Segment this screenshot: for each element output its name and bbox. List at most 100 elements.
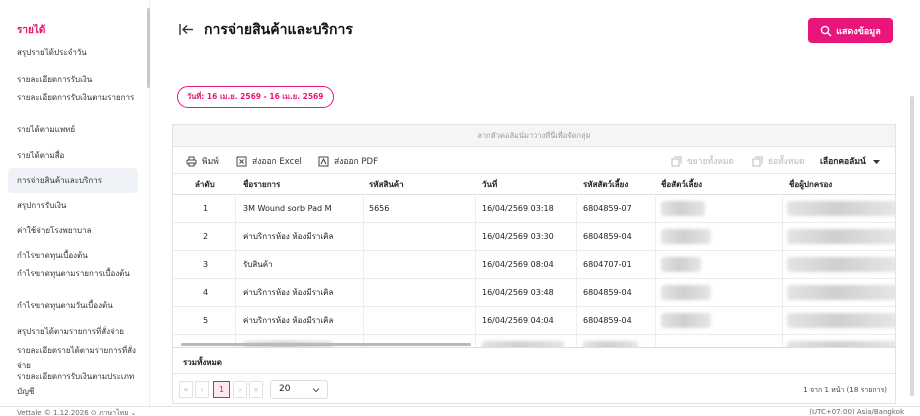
- sidebar-item-payment-details-by-account[interactable]: รายละเอียดการรับเงินตามประเภทบัญชี: [17, 369, 139, 399]
- cell-item-name: รับสินค้า: [243, 260, 273, 269]
- date-range-chip[interactable]: วันที่: 16 เม.ย. 2569 - 16 เม.ย. 2569: [177, 86, 334, 108]
- cell-no: 2: [203, 232, 209, 241]
- excel-file-icon: [236, 156, 247, 166]
- show-data-button[interactable]: แสดงข้อมูล: [808, 18, 893, 43]
- sidebar-item-basic-profit-loss[interactable]: กำไรขาดทุนเบื้องต้น: [17, 248, 139, 263]
- summary-row: รวมทั้งหมด: [173, 347, 895, 374]
- cell-date: 16/04/2569 03:30: [482, 232, 554, 241]
- cell-pet-id: 6804859-04: [583, 288, 632, 297]
- search-icon: [820, 25, 832, 36]
- sidebar-item-income-by-media[interactable]: รายได้ตามสื่อ: [17, 148, 139, 163]
- sidebar-item-daily-income-summary[interactable]: สรุปรายได้ประจำวัน: [17, 45, 139, 60]
- horizontal-scrollbar[interactable]: [181, 343, 471, 346]
- table-row[interactable]: 4 ค่าบริการห้อง ห้องมีราเคิล 16/04/2569 …: [173, 279, 895, 307]
- sidebar-item-income-summary-by-order[interactable]: สรุปรายได้ตามรายการที่สั่งจ่าย: [17, 324, 139, 339]
- next-page-button[interactable]: ›: [233, 381, 247, 398]
- redacted-pet-name: [661, 229, 711, 244]
- column-header-owner-name[interactable]: ชื่อผู้ปกครอง: [789, 174, 832, 196]
- footer: Vettale © 1.12.2026 ⊙ ภาษาไทย ⌄ (UTC+07:…: [0, 406, 920, 416]
- printer-icon: [186, 156, 197, 166]
- cell-product-code: 5656: [369, 204, 390, 213]
- sidebar-item-payment-details[interactable]: รายละเอียดการรับเงิน: [17, 72, 139, 87]
- print-label: พิมพ์: [202, 157, 219, 167]
- redacted-owner-name: [787, 229, 895, 244]
- print-button[interactable]: พิมพ์: [186, 154, 219, 168]
- sidebar-item-income-by-doctor[interactable]: รายได้ตามแพทย์: [17, 122, 139, 137]
- last-page-button[interactable]: »: [249, 381, 263, 398]
- redacted-owner-name: [787, 257, 895, 272]
- cell-no: 4: [203, 288, 209, 297]
- sidebar: รายได้ สรุปรายได้ประจำวัน รายละเอียดการร…: [0, 0, 150, 406]
- table-row[interactable]: 2 ค่าบริการห้อง ห้องมีราเคิล 16/04/2569 …: [173, 223, 895, 251]
- sidebar-scrollbar[interactable]: [147, 8, 150, 88]
- sidebar-item-profit-loss-by-item[interactable]: กำไรขาดทุนตามรายการเบื้องต้น: [17, 266, 139, 281]
- table-body: 1 3M Wound sorb Pad M 5656 16/04/2569 03…: [173, 195, 895, 347]
- page-size-select[interactable]: 20: [270, 380, 328, 399]
- redacted-pet-name: [661, 313, 711, 328]
- cell-no: 5: [203, 316, 209, 325]
- cell-item-name: ค่าบริการห้อง ห้องมีราเคิล: [243, 232, 334, 241]
- pdf-file-icon: [318, 156, 329, 166]
- footer-version-language[interactable]: Vettale © 1.12.2026 ⊙ ภาษาไทย ⌄: [17, 408, 136, 416]
- redacted-pet-name: [661, 257, 701, 272]
- cell-item-name: 3M Wound sorb Pad M: [243, 204, 332, 213]
- export-excel-label: ส่งออก Excel: [252, 157, 302, 167]
- group-by-drop-zone[interactable]: ลากหัวคอลัมน์มาวางที่นี่เพื่อจัดกลุ่ม: [173, 125, 895, 147]
- export-pdf-label: ส่งออก PDF: [334, 157, 378, 167]
- column-header-item-name[interactable]: ชื่อรายการ: [243, 174, 280, 196]
- caret-down-icon: [872, 159, 880, 164]
- redacted-owner-name: [787, 285, 895, 300]
- page-title: การจ่ายสินค้าและบริการ: [204, 22, 353, 38]
- cell-date: 16/04/2569 04:04: [482, 316, 554, 325]
- data-grid: ลากหัวคอลัมน์มาวางที่นี่เพื่อจัดกลุ่ม พิ…: [172, 124, 896, 404]
- cell-pet-id: 6804859-07: [583, 204, 632, 213]
- sidebar-item-payment-details-by-item[interactable]: รายละเอียดการรับเงินตามรายการ: [17, 90, 139, 105]
- redacted-owner-name: [787, 201, 895, 216]
- prev-page-button[interactable]: ‹: [195, 381, 209, 398]
- sidebar-section-title: รายได้: [17, 25, 46, 36]
- table-header: ลำดับ ชื่อรายการ รหัสสินค้า วันที่ รหัสส…: [173, 173, 895, 195]
- column-header-no[interactable]: ลำดับ: [195, 174, 215, 196]
- export-pdf-button[interactable]: ส่งออก PDF: [318, 154, 378, 168]
- collapse-all-button[interactable]: ย่อทั้งหมด: [752, 154, 805, 168]
- cell-date: 16/04/2569 08:04: [482, 260, 554, 269]
- show-data-label: แสดงข้อมูล: [836, 26, 881, 37]
- table-row[interactable]: 1 3M Wound sorb Pad M 5656 16/04/2569 03…: [173, 195, 895, 223]
- export-excel-button[interactable]: ส่งออก Excel: [236, 154, 302, 168]
- summary-label: รวมทั้งหมด: [183, 358, 222, 367]
- cell-date: 16/04/2569 03:48: [482, 288, 554, 297]
- cell-date: 16/04/2569 03:18: [482, 204, 554, 213]
- cell-pet-id: 6804859-04: [583, 316, 632, 325]
- page-1-button[interactable]: 1: [213, 381, 230, 398]
- page-scrollbar[interactable]: [910, 96, 914, 396]
- collapse-all-label: ย่อทั้งหมด: [768, 157, 805, 167]
- redacted-owner-name: [787, 313, 895, 328]
- choose-columns-button[interactable]: เลือกคอลัมน์: [820, 154, 882, 168]
- collapse-sidebar-icon[interactable]: [178, 21, 195, 38]
- pagination-info: 1 จาก 1 หน้า (18 รายการ): [803, 386, 887, 394]
- table-row[interactable]: 5 ค่าบริการห้อง ห้องมีราเคิล 16/04/2569 …: [173, 307, 895, 335]
- grid-toolbar: พิมพ์ ส่งออก Excel ส่งออก PDF ขยายทั้งหม…: [173, 147, 895, 173]
- footer-timezone: (UTC+07:00) Asia/Bangkok: [809, 408, 904, 416]
- column-header-date[interactable]: วันที่: [482, 174, 497, 196]
- redacted-pet-name: [661, 201, 705, 216]
- expand-all-label: ขยายทั้งหมด: [687, 157, 735, 167]
- first-page-button[interactable]: «: [179, 381, 193, 398]
- cell-no: 1: [203, 204, 209, 213]
- choose-columns-label: เลือกคอลัมน์: [820, 157, 866, 167]
- collapse-all-icon: [752, 156, 763, 166]
- sidebar-item-hospital-expenses[interactable]: ค่าใช้จ่ายโรงพยาบาล: [17, 223, 139, 238]
- expand-all-button[interactable]: ขยายทั้งหมด: [671, 154, 734, 168]
- cell-pet-id: 6804707-01: [583, 260, 632, 269]
- sidebar-item-profit-loss-by-day[interactable]: กำไรขาดทุนตามวันเบื้องต้น: [17, 298, 139, 313]
- table-row[interactable]: 3 รับสินค้า 16/04/2569 08:04 6804707-01: [173, 251, 895, 279]
- chevron-down-icon: [312, 388, 320, 393]
- sidebar-item-payment-summary[interactable]: สรุปการรับเงิน: [17, 198, 139, 213]
- column-header-product-code[interactable]: รหัสสินค้า: [369, 174, 404, 196]
- column-header-pet-name[interactable]: ชื่อสัตว์เลี้ยง: [661, 174, 702, 196]
- cell-pet-id: 6804859-04: [583, 232, 632, 241]
- pagination: « ‹ 1 › » 20 1 จาก 1 หน้า (18 รายการ): [173, 374, 895, 403]
- redacted-pet-name: [661, 285, 711, 300]
- column-header-pet-id[interactable]: รหัสสัตว์เลี้ยง: [583, 174, 628, 196]
- sidebar-item-products-services-dispensing[interactable]: การจ่ายสินค้าและบริการ: [8, 168, 138, 193]
